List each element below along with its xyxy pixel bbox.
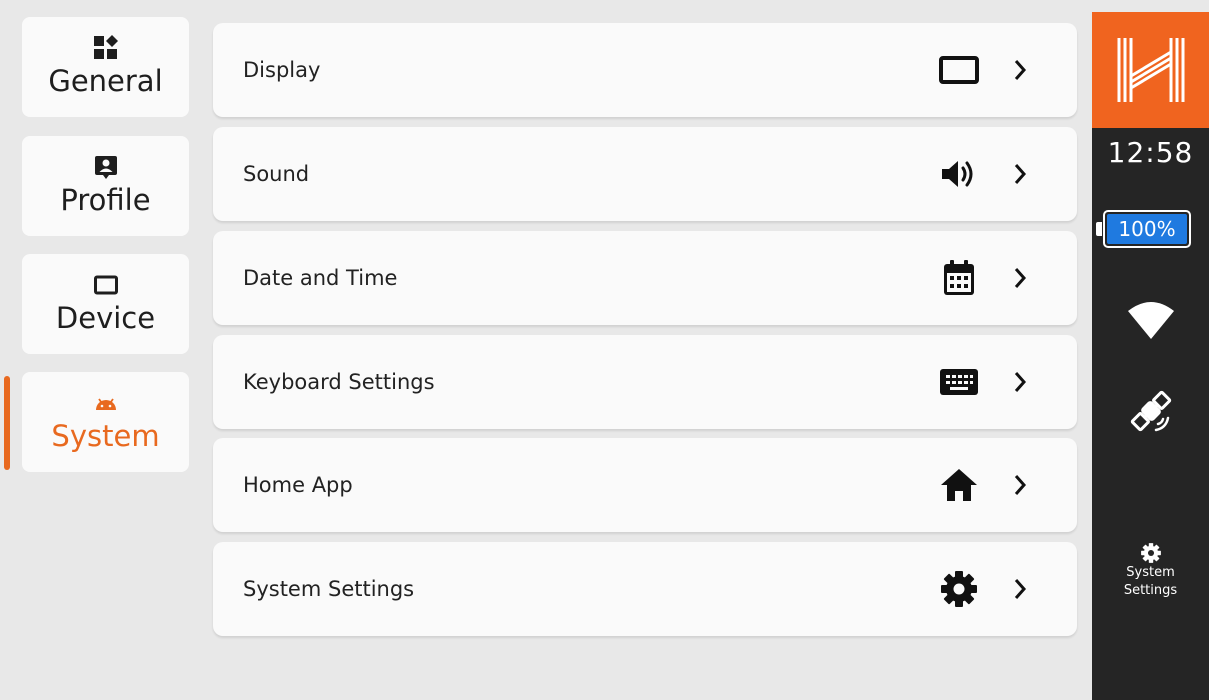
battery-indicator: 100% (1103, 210, 1191, 248)
chevron-right-icon (1009, 159, 1031, 189)
tab-profile-label: Profile (60, 183, 151, 217)
calendar-icon (937, 256, 981, 300)
chevron-right-icon (1009, 574, 1031, 604)
setting-sound-label: Sound (243, 162, 310, 186)
display-icon (937, 48, 981, 92)
active-tab-indicator (4, 376, 10, 470)
widgets-icon (93, 35, 119, 61)
setting-display-label: Display (243, 58, 321, 82)
gear-icon (937, 567, 981, 611)
keyboard-icon (937, 360, 981, 404)
status-bar: 12:58 100% System Settings (1092, 12, 1209, 700)
setting-keyboard[interactable]: Keyboard Settings (213, 335, 1077, 429)
battery-level: 100% (1107, 214, 1187, 244)
tab-system-label: System (51, 419, 160, 453)
display-icon (93, 272, 119, 298)
system-settings-label-line2: Settings (1123, 583, 1178, 598)
setting-keyboard-label: Keyboard Settings (243, 370, 435, 394)
tab-profile[interactable]: Profile (22, 136, 189, 236)
speaker-icon (937, 152, 981, 196)
satellite-icon[interactable] (1126, 386, 1176, 436)
tab-device[interactable]: Device (22, 254, 189, 354)
tab-general[interactable]: General (22, 17, 189, 117)
wifi-icon[interactable] (1126, 295, 1176, 345)
setting-home-app-label: Home App (243, 473, 353, 497)
battery-terminal (1096, 222, 1102, 236)
setting-system-settings[interactable]: System Settings (213, 542, 1077, 636)
chevron-right-icon (1009, 263, 1031, 293)
setting-system-settings-label: System Settings (243, 577, 415, 601)
setting-sound[interactable]: Sound (213, 127, 1077, 221)
chevron-right-icon (1009, 470, 1031, 500)
setting-home-app[interactable]: Home App (213, 438, 1077, 532)
setting-date-time[interactable]: Date and Time (213, 231, 1077, 325)
tab-device-label: Device (55, 301, 156, 335)
system-settings-label-line1: System (1126, 565, 1175, 580)
system-settings-button[interactable]: System Settings (1092, 542, 1209, 622)
tab-system[interactable]: System (22, 372, 189, 472)
screen: General Profile Device System Display So… (0, 0, 1209, 700)
setting-date-time-label: Date and Time (243, 266, 398, 290)
gear-icon (1140, 542, 1162, 564)
profile-icon (93, 154, 119, 180)
chevron-right-icon (1009, 55, 1031, 85)
brand-logo (1092, 12, 1209, 128)
setting-display[interactable]: Display (213, 23, 1077, 117)
tab-general-label: General (48, 64, 163, 98)
clock: 12:58 (1107, 136, 1194, 169)
chevron-right-icon (1009, 367, 1031, 397)
android-icon (93, 390, 119, 416)
home-icon (937, 463, 981, 507)
